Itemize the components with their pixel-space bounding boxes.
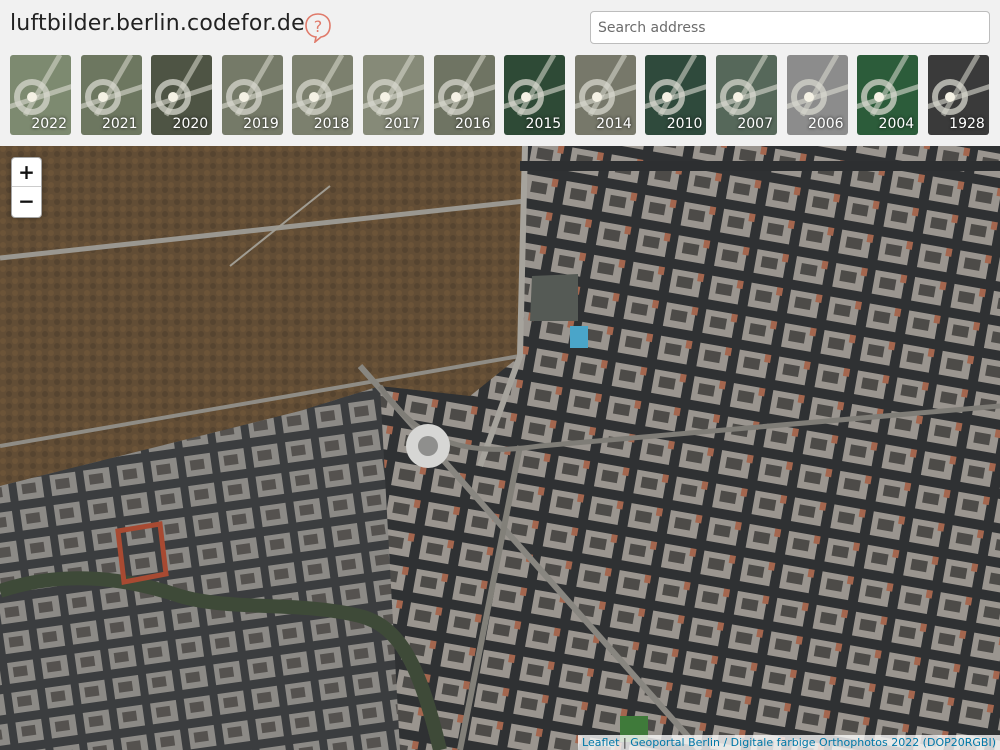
year-thumb-2006[interactable]: 2006: [786, 55, 848, 135]
zoom-out-button[interactable]: −: [12, 187, 41, 216]
year-thumb-2016[interactable]: 2016: [433, 55, 495, 135]
zoom-control: + −: [11, 157, 42, 218]
year-label: 2019: [243, 116, 279, 132]
thumb-dot: [591, 92, 602, 102]
thumb-dot: [803, 92, 814, 102]
leaflet-link[interactable]: Leaflet: [582, 736, 619, 749]
search-address-input[interactable]: [590, 11, 990, 44]
year-thumb-2004[interactable]: 2004: [857, 55, 919, 135]
year-label: 2014: [596, 116, 632, 132]
year-label: 2010: [666, 116, 703, 132]
year-label: 2020: [172, 116, 209, 132]
aerial-map[interactable]: + − Leaflet | Geoportal Berlin / Digital…: [0, 146, 1000, 750]
year-label: 2017: [384, 116, 420, 132]
thumb-dot: [944, 92, 955, 102]
year-thumb-2017[interactable]: 2017: [363, 55, 424, 135]
map-attribution: Leaflet | Geoportal Berlin / Digitale fa…: [578, 735, 1000, 750]
attribution-separator: |: [619, 736, 631, 749]
thumb-dot: [238, 92, 249, 102]
year-label: 2022: [31, 116, 67, 132]
year-label: 2006: [807, 116, 844, 132]
year-thumb-2021[interactable]: 2021: [80, 55, 142, 135]
aerial-imagery: [0, 146, 1000, 750]
question-mark-bubble-icon[interactable]: ?: [303, 11, 333, 43]
zoom-in-button[interactable]: +: [12, 158, 41, 187]
year-label: 2007: [737, 116, 773, 132]
thumb-dot: [97, 92, 108, 102]
year-thumb-2007[interactable]: 2007: [716, 55, 777, 135]
year-thumb-2014[interactable]: 2014: [574, 55, 636, 135]
thumb-dot: [27, 92, 37, 102]
year-thumb-2018[interactable]: 2018: [292, 55, 354, 135]
year-thumb-2015[interactable]: 2015: [504, 55, 566, 135]
year-thumb-2022[interactable]: 2022: [10, 55, 71, 135]
year-label: 2016: [454, 116, 491, 132]
year-label: 2021: [101, 116, 138, 132]
year-label: 1928: [949, 116, 985, 132]
thumb-dot: [450, 92, 461, 102]
svg-text:?: ?: [314, 17, 323, 36]
header: luftbilder.berlin.codefor.de ? 2022 2021 2…: [0, 0, 1000, 146]
site-title[interactable]: luftbilder.berlin.codefor.de: [10, 11, 305, 36]
year-thumb-2010[interactable]: 2010: [645, 55, 707, 135]
thumb-dot: [380, 92, 390, 102]
year-thumb-2019[interactable]: 2019: [221, 55, 283, 135]
year-label: 2018: [313, 116, 350, 132]
year-label: 2015: [525, 116, 562, 132]
year-label: 2004: [878, 116, 915, 132]
thumb-dot: [733, 92, 743, 102]
year-thumb-2020[interactable]: 2020: [151, 55, 213, 135]
year-thumb-1928[interactable]: 1928: [927, 55, 989, 135]
geoportal-link[interactable]: Geoportal Berlin / Digitale farbige Orth…: [630, 736, 996, 749]
